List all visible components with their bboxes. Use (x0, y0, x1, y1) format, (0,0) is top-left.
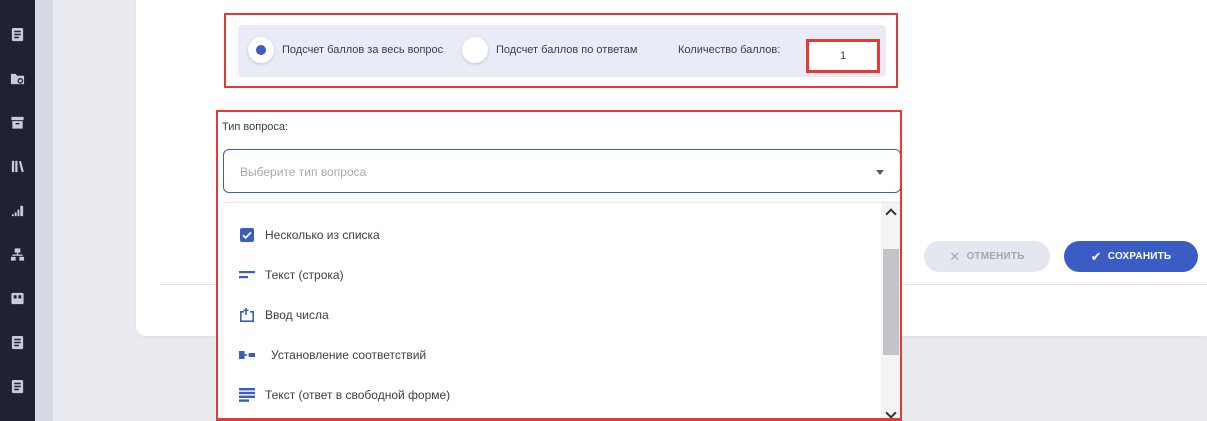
scroll-thumb[interactable] (883, 249, 899, 355)
save-button[interactable]: ✔ Сохранить (1064, 241, 1198, 272)
option-free-text[interactable]: Текст (ответ в свободной форме) (223, 375, 883, 415)
document-icon[interactable] (9, 334, 26, 351)
scoring-panel: Подсчет баллов за весь вопрос Подсчет ба… (224, 13, 898, 88)
hierarchy-icon[interactable] (9, 246, 26, 263)
archive-icon[interactable] (9, 114, 26, 131)
scoring-options: Подсчет баллов за весь вопрос Подсчет ба… (238, 25, 886, 77)
number-input-icon (239, 308, 255, 322)
radio-by-answers[interactable] (462, 37, 488, 63)
document-icon[interactable] (9, 26, 26, 43)
option-multiple-choice[interactable]: Несколько из списка (223, 215, 883, 255)
question-type-dropdown: Несколько из списка Текст (строка) Ввод … (223, 202, 900, 418)
sidebar-panel-edge (35, 0, 53, 421)
option-label: Установление соответствий (271, 348, 427, 362)
matching-icon (239, 348, 255, 362)
caret-down-icon[interactable] (876, 170, 884, 175)
chart-icon[interactable] (9, 202, 26, 219)
sidebar (0, 0, 35, 421)
question-type-select[interactable]: Выберите тип вопроса (223, 149, 900, 193)
radio-whole-question-label[interactable]: Подсчет баллов за весь вопрос (282, 44, 443, 56)
folder-settings-icon[interactable] (9, 70, 26, 87)
option-label: Несколько из списка (265, 228, 380, 242)
scroll-up-icon[interactable] (885, 208, 897, 220)
question-type-placeholder: Выберите тип вопроса (240, 165, 367, 179)
radio-by-answers-label[interactable]: Подсчет баллов по ответам (496, 44, 637, 56)
option-label: Текст (ответ в свободной форме) (265, 388, 451, 402)
question-type-label: Тип вопроса: (222, 121, 289, 133)
text-line-icon (239, 268, 255, 282)
checkbox-icon (239, 228, 255, 242)
radio-whole-question[interactable] (248, 37, 274, 63)
free-text-icon (239, 388, 255, 402)
scroll-down-icon[interactable] (885, 407, 897, 418)
question-type-panel: Тип вопроса: Выберите тип вопроса Нескол… (216, 110, 902, 421)
save-button-label: Сохранить (1107, 251, 1172, 262)
board-icon[interactable] (9, 290, 26, 307)
check-icon: ✔ (1090, 249, 1102, 264)
dropdown-scrollbar[interactable] (881, 203, 900, 418)
option-text-line[interactable]: Текст (строка) (223, 255, 883, 295)
cancel-button[interactable]: ✕ Отменить (924, 241, 1050, 272)
option-label: Текст (строка) (265, 268, 344, 282)
option-matching[interactable]: Установление соответствий (223, 335, 883, 375)
library-icon[interactable] (9, 158, 26, 175)
points-label: Количество баллов: (678, 44, 781, 56)
cancel-button-label: Отменить (966, 251, 1025, 262)
option-label: Ввод числа (265, 308, 329, 322)
document-icon[interactable] (9, 378, 26, 395)
close-icon: ✕ (949, 249, 961, 264)
option-number-input[interactable]: Ввод числа (223, 295, 883, 335)
points-input[interactable]: 1 (806, 39, 880, 73)
